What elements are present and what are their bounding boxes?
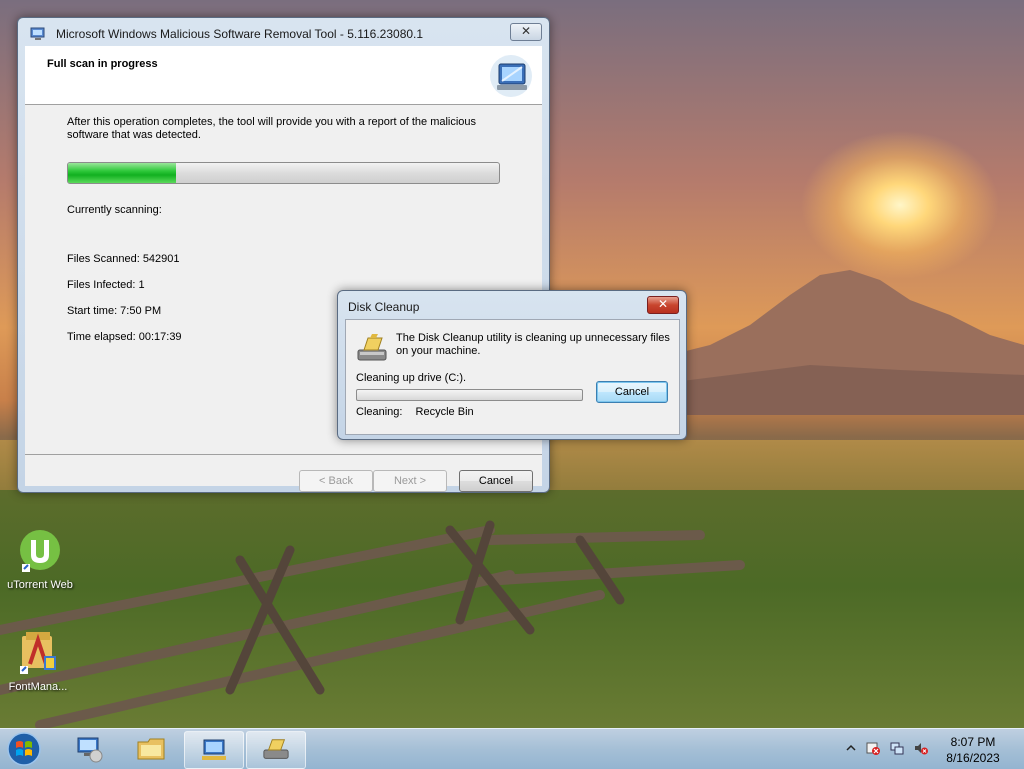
disk-cleanup-close-button[interactable]: ✕ <box>647 296 679 314</box>
disk-cleanup-client-area: The Disk Cleanup utility is cleaning up … <box>345 319 680 435</box>
time-elapsed-label: Time elapsed: 00:17:39 <box>67 331 182 343</box>
msrt-progress-bar <box>67 162 500 184</box>
cleaning-status: Cleaning: Recycle Bin <box>356 406 484 418</box>
disk-cleanup-window: Disk Cleanup ✕ The Disk Cleanup utility … <box>337 290 687 440</box>
disk-cleanup-cancel-button[interactable]: Cancel <box>596 381 668 403</box>
start-button[interactable] <box>4 730 44 768</box>
wallpaper-mountain <box>650 270 1024 415</box>
next-button[interactable]: Next > <box>373 470 447 492</box>
disk-cleanup-titlebar[interactable]: Disk Cleanup ✕ <box>338 291 686 319</box>
disk-cleanup-progress-bar <box>356 389 583 401</box>
taskbar-computer-button[interactable] <box>60 731 118 767</box>
font-manager-icon <box>20 632 56 674</box>
clock-time: 8:07 PM <box>950 735 996 749</box>
close-icon: ✕ <box>520 24 532 38</box>
desktop-icon-utorrent[interactable]: uTorrent Web <box>0 528 80 591</box>
taskbar-clock[interactable]: 8:07 PM 8/16/2023 <box>936 734 1010 766</box>
msrt-description: After this operation completes, the tool… <box>67 116 477 141</box>
network-icon[interactable] <box>890 741 904 755</box>
disk-cleanup-icon <box>263 739 289 759</box>
cleaning-item: Recycle Bin <box>415 406 474 418</box>
msrt-divider <box>25 454 542 455</box>
currently-scanning-label: Currently scanning: <box>67 204 162 216</box>
computer-network-icon <box>77 737 103 763</box>
msrt-header: Full scan in progress <box>25 46 542 105</box>
close-icon: ✕ <box>657 297 669 311</box>
taskbar-explorer-button[interactable] <box>122 731 180 767</box>
action-center-warning-icon[interactable] <box>866 741 880 755</box>
files-scanned-label: Files Scanned: 542901 <box>67 253 180 265</box>
disk-cleanup-icon <box>357 334 387 361</box>
utorrent-icon <box>20 530 60 572</box>
msrt-titlebar[interactable]: Microsoft Windows Malicious Software Rem… <box>18 18 549 46</box>
disk-cleanup-message: The Disk Cleanup utility is cleaning up … <box>396 332 670 357</box>
msrt-window-icon <box>30 27 45 40</box>
msrt-cancel-button[interactable]: Cancel <box>459 470 533 492</box>
desktop-icon-fontmanager[interactable]: FontMana... <box>0 630 78 693</box>
volume-muted-icon[interactable] <box>914 741 928 755</box>
cleaning-label: Cleaning: <box>356 406 403 418</box>
clock-date: 8/16/2023 <box>946 751 1000 765</box>
back-button[interactable]: < Back <box>299 470 373 492</box>
taskbar-msrt-button[interactable] <box>184 731 244 769</box>
disk-cleanup-title: Disk Cleanup <box>348 300 420 314</box>
desktop-icon-label: uTorrent Web <box>7 579 73 591</box>
wallpaper-fence <box>0 520 745 728</box>
taskbar-disk-cleanup-button[interactable] <box>246 731 306 769</box>
msrt-progress-fill <box>68 163 176 183</box>
page-title: Full scan in progress <box>47 58 158 70</box>
msrt-scanner-icon <box>490 55 532 97</box>
msrt-title: Microsoft Windows Malicious Software Rem… <box>56 27 424 41</box>
msrt-scanner-icon <box>202 739 226 760</box>
start-time-label: Start time: 7:50 PM <box>67 305 162 317</box>
wallpaper-sun <box>800 130 1000 280</box>
folder-icon <box>137 738 165 760</box>
taskbar: 8:07 PM 8/16/2023 <box>0 728 1024 769</box>
msrt-close-button[interactable]: ✕ <box>510 23 542 41</box>
show-hidden-icons-icon[interactable] <box>844 741 858 755</box>
cleaning-drive-label: Cleaning up drive (C:). <box>356 372 467 384</box>
desktop-icon-label: FontMana... <box>8 681 68 693</box>
files-infected-label: Files Infected: 1 <box>67 279 145 291</box>
